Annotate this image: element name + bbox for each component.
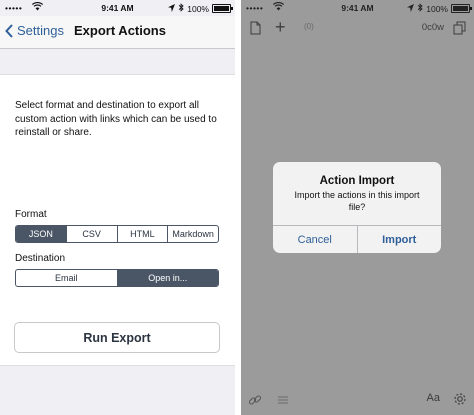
- battery-percent-right: 100%: [426, 3, 448, 14]
- run-export-button[interactable]: Run Export: [14, 322, 220, 353]
- copy-icon[interactable]: [453, 21, 466, 40]
- battery-icon: [451, 4, 472, 13]
- format-option-markdown[interactable]: Markdown: [167, 226, 218, 242]
- gear-icon[interactable]: [452, 391, 468, 412]
- format-option-json[interactable]: JSON: [16, 226, 66, 242]
- document-icon[interactable]: [250, 21, 261, 40]
- status-bar: ••••• 9:41 AM 100%: [0, 0, 235, 16]
- plus-icon[interactable]: +: [275, 18, 286, 36]
- status-bar-right: ••••• 9:41 AM 100%: [241, 0, 474, 16]
- export-description: Select format and destination to export …: [15, 100, 217, 138]
- action-import-alert: Action Import Import the actions in this…: [273, 162, 441, 253]
- back-chevron-icon: [5, 23, 13, 38]
- page-title: Export Actions: [74, 23, 166, 38]
- battery-percent: 100%: [187, 3, 209, 14]
- export-actions-screen: ••••• 9:41 AM 100% Settings Export Actio…: [0, 0, 235, 415]
- link-icon[interactable]: [247, 392, 263, 413]
- destination-option-email[interactable]: Email: [16, 270, 117, 286]
- cancel-button[interactable]: Cancel: [273, 226, 357, 253]
- editor-screen: ••••• 9:41 AM 100% + (0) 0c0w Action Imp…: [241, 0, 474, 415]
- export-form: Select format and destination to export …: [0, 74, 235, 366]
- format-segmented-control: JSON CSV HTML Markdown: [15, 225, 219, 243]
- alert-title: Action Import: [319, 175, 395, 187]
- location-icon: [168, 3, 176, 14]
- format-option-html[interactable]: HTML: [116, 226, 168, 242]
- destination-label: Destination: [15, 253, 66, 264]
- location-icon: [407, 3, 415, 14]
- counter-icon: (0): [304, 22, 314, 31]
- format-option-csv[interactable]: CSV: [65, 226, 117, 242]
- back-button[interactable]: Settings: [5, 23, 64, 38]
- battery-icon: [212, 4, 233, 13]
- alert-buttons: Cancel Import: [273, 225, 441, 253]
- word-count[interactable]: 0c0w: [422, 22, 444, 33]
- list-icon[interactable]: [277, 393, 289, 411]
- format-label: Format: [15, 209, 47, 220]
- import-button[interactable]: Import: [356, 226, 442, 253]
- font-size-button[interactable]: Aa: [427, 392, 440, 404]
- destination-option-open-in[interactable]: Open in...: [116, 270, 218, 286]
- alert-message: Import the actions in this import file?: [294, 190, 420, 212]
- editor-toolbar: + (0) 0c0w: [241, 16, 474, 42]
- navigation-bar: Settings Export Actions: [0, 16, 235, 49]
- back-button-label: Settings: [17, 23, 64, 38]
- bluetooth-icon: [178, 3, 184, 14]
- bluetooth-icon: [417, 3, 423, 14]
- destination-segmented-control: Email Open in...: [15, 269, 219, 287]
- editor-bottom-bar: Aa: [241, 385, 474, 415]
